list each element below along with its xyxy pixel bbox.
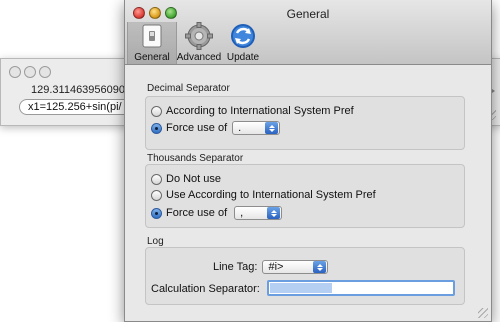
popup-arrows-icon bbox=[265, 122, 279, 134]
tab-label: Update bbox=[226, 52, 260, 63]
popup-arrows-icon bbox=[313, 261, 327, 273]
line-tag-row: Line Tag: #i> bbox=[213, 260, 329, 274]
radio-label: Use According to International System Pr… bbox=[166, 189, 376, 201]
radio-label: Force use of bbox=[166, 122, 228, 134]
log-group bbox=[145, 247, 465, 305]
close-button[interactable] bbox=[9, 66, 21, 78]
radio-button-selected[interactable] bbox=[151, 207, 162, 219]
result-display: 129.3114639560909 bbox=[31, 84, 132, 96]
calc-separator-input[interactable] bbox=[267, 280, 455, 296]
calc-separator-row: Calculation Separator: bbox=[151, 283, 260, 295]
preferences-content: Decimal Separator According to Internati… bbox=[125, 65, 491, 321]
gear-icon bbox=[185, 22, 213, 50]
tab-label: Advanced bbox=[176, 52, 222, 63]
thousands-separator-label: Thousands Separator bbox=[147, 153, 244, 164]
text-selection bbox=[270, 283, 332, 293]
preferences-window: General General Advanced Update Decimal … bbox=[124, 0, 492, 322]
popup-value: . bbox=[238, 122, 242, 134]
decimal-option-force[interactable]: Force use of . bbox=[151, 121, 281, 135]
thousands-option-force[interactable]: Force use of , bbox=[151, 206, 283, 220]
popup-value: , bbox=[240, 207, 244, 219]
log-label: Log bbox=[147, 236, 164, 247]
popup-arrows-icon bbox=[267, 207, 281, 219]
window-controls bbox=[9, 66, 54, 81]
toolbar: General General Advanced Update bbox=[125, 0, 491, 65]
zoom-button[interactable] bbox=[39, 66, 51, 78]
decimal-option-international[interactable]: According to International System Pref bbox=[151, 105, 354, 117]
minimize-button[interactable] bbox=[24, 66, 36, 78]
popup-value: #i> bbox=[268, 261, 284, 273]
tab-advanced[interactable]: Advanced bbox=[175, 22, 223, 63]
calc-separator-label: Calculation Separator: bbox=[151, 283, 260, 295]
radio-button[interactable] bbox=[151, 173, 162, 185]
radio-label: Force use of bbox=[166, 207, 228, 219]
thousands-option-international[interactable]: Use According to International System Pr… bbox=[151, 189, 376, 201]
sync-icon bbox=[231, 24, 255, 48]
radio-label: Do Not use bbox=[166, 173, 222, 185]
radio-button-selected[interactable] bbox=[151, 122, 162, 134]
radio-label: According to International System Pref bbox=[166, 105, 354, 117]
tab-general[interactable]: General bbox=[127, 22, 177, 64]
switch-icon bbox=[142, 24, 162, 48]
decimal-separator-popup[interactable]: . bbox=[232, 121, 281, 135]
thousands-option-none[interactable]: Do Not use bbox=[151, 173, 221, 185]
radio-button[interactable] bbox=[151, 189, 162, 201]
tab-update[interactable]: Update bbox=[219, 22, 267, 63]
line-tag-label: Line Tag: bbox=[213, 261, 258, 273]
thousands-separator-popup[interactable]: , bbox=[234, 206, 283, 220]
radio-button[interactable] bbox=[151, 105, 162, 117]
resize-grip[interactable] bbox=[478, 308, 488, 318]
decimal-separator-label: Decimal Separator bbox=[147, 83, 230, 94]
line-tag-popup[interactable]: #i> bbox=[262, 260, 329, 274]
window-title: General bbox=[286, 7, 330, 21]
tab-label: General bbox=[134, 52, 170, 63]
